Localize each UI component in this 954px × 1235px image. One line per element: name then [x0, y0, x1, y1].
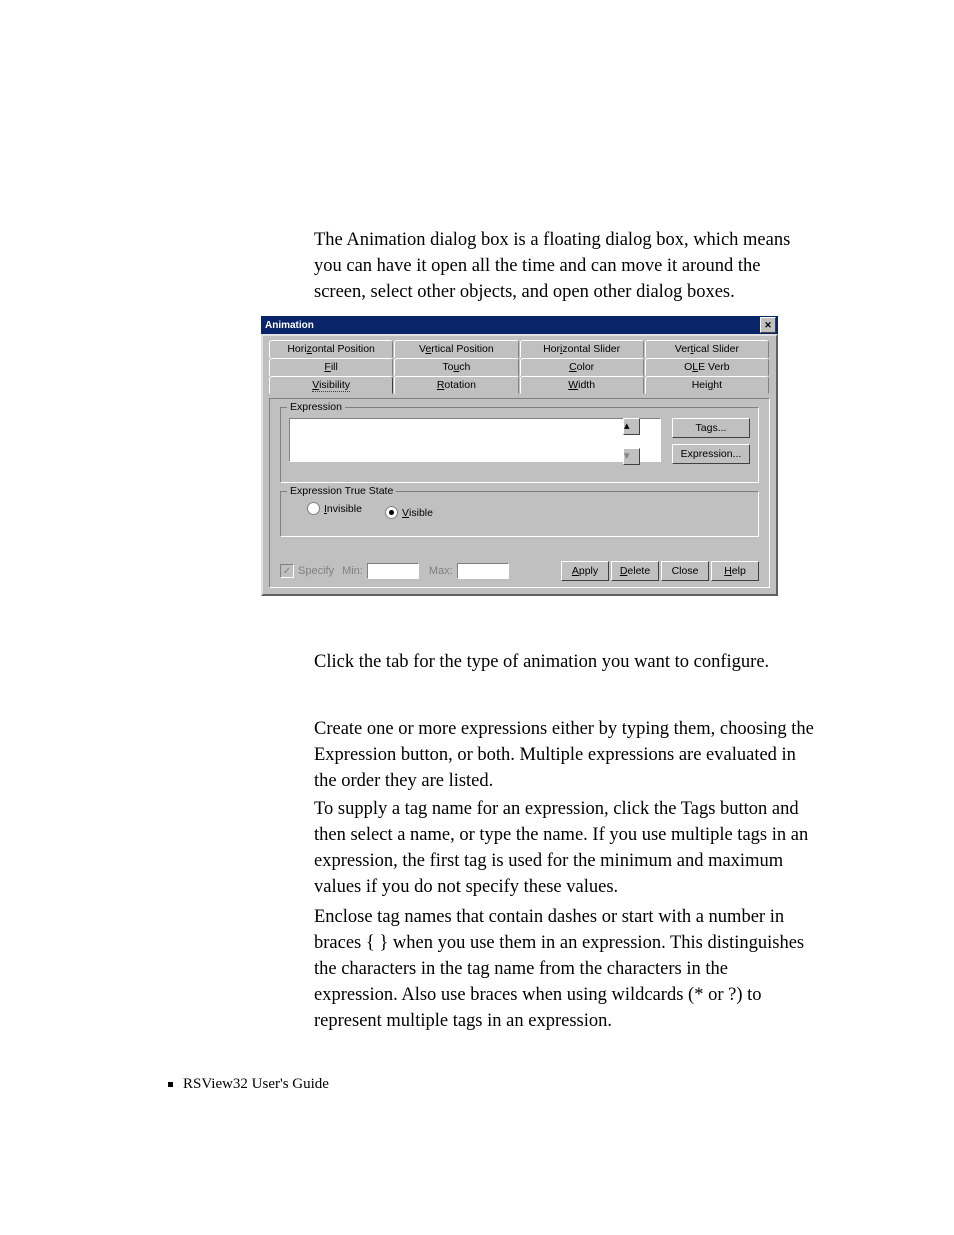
scroll-down-icon[interactable]: ▾ [623, 448, 640, 465]
expression-group: Expression ▴ ▾ Tags... Expression... [280, 407, 759, 483]
tab-touch[interactable]: Touch [394, 358, 518, 376]
tab-vertical-slider[interactable]: Vertical Slider [645, 340, 769, 358]
min-input[interactable] [367, 563, 419, 579]
specify-checkbox[interactable] [280, 564, 294, 578]
true-state-group: Expression True State Invisible Visible [280, 491, 759, 537]
scroll-up-icon[interactable]: ▴ [623, 418, 640, 435]
paragraph-4: Enclose tag names that contain dashes or… [314, 905, 814, 1034]
apply-button[interactable]: Apply [561, 561, 609, 581]
max-label: Max: [429, 565, 453, 577]
min-label: Min: [342, 565, 363, 577]
page-footer: RSView32 User's Guide [168, 1076, 329, 1093]
intro-paragraph: The Animation dialog box is a floating d… [314, 228, 814, 306]
animation-dialog: Animation ✕ Horizontal Position Vertical… [261, 316, 778, 596]
paragraph-2: Create one or more expressions either by… [314, 717, 814, 795]
tab-height[interactable]: Height [645, 376, 769, 394]
max-input[interactable] [457, 563, 509, 579]
paragraph-3: To supply a tag name for an expression, … [314, 797, 814, 901]
close-button[interactable]: Close [661, 561, 709, 581]
close-icon[interactable]: ✕ [760, 317, 776, 333]
tabs: Horizontal Position Vertical Position Ho… [269, 340, 770, 394]
expression-group-label: Expression [287, 401, 345, 413]
tab-horizontal-slider[interactable]: Horizontal Slider [520, 340, 644, 358]
tab-panel: Expression ▴ ▾ Tags... Expression... Exp… [269, 398, 770, 588]
bullet-icon [168, 1082, 173, 1087]
tags-button[interactable]: Tags... [672, 418, 750, 438]
tab-visibility[interactable]: Visibility [269, 376, 393, 394]
tab-fill[interactable]: Fill [269, 358, 393, 376]
radio-invisible[interactable]: Invisible [307, 502, 362, 515]
title-bar[interactable]: Animation ✕ [261, 316, 778, 334]
tab-vertical-position[interactable]: Vertical Position [394, 340, 518, 358]
true-state-group-label: Expression True State [287, 485, 396, 497]
expression-button[interactable]: Expression... [672, 444, 750, 464]
help-button[interactable]: Help [711, 561, 759, 581]
tab-width[interactable]: Width [520, 376, 644, 394]
delete-button[interactable]: Delete [611, 561, 659, 581]
tab-horizontal-position[interactable]: Horizontal Position [269, 340, 393, 358]
dialog-title: Animation [263, 320, 760, 331]
tab-color[interactable]: Color [520, 358, 644, 376]
tab-rotation[interactable]: Rotation [394, 376, 518, 394]
expression-input[interactable] [289, 418, 661, 462]
tab-ole-verb[interactable]: OLE Verb [645, 358, 769, 376]
specify-label: Specify [298, 565, 334, 577]
radio-visible[interactable]: Visible [385, 506, 433, 519]
tab-instruction: Click the tab for the type of animation … [314, 650, 814, 676]
